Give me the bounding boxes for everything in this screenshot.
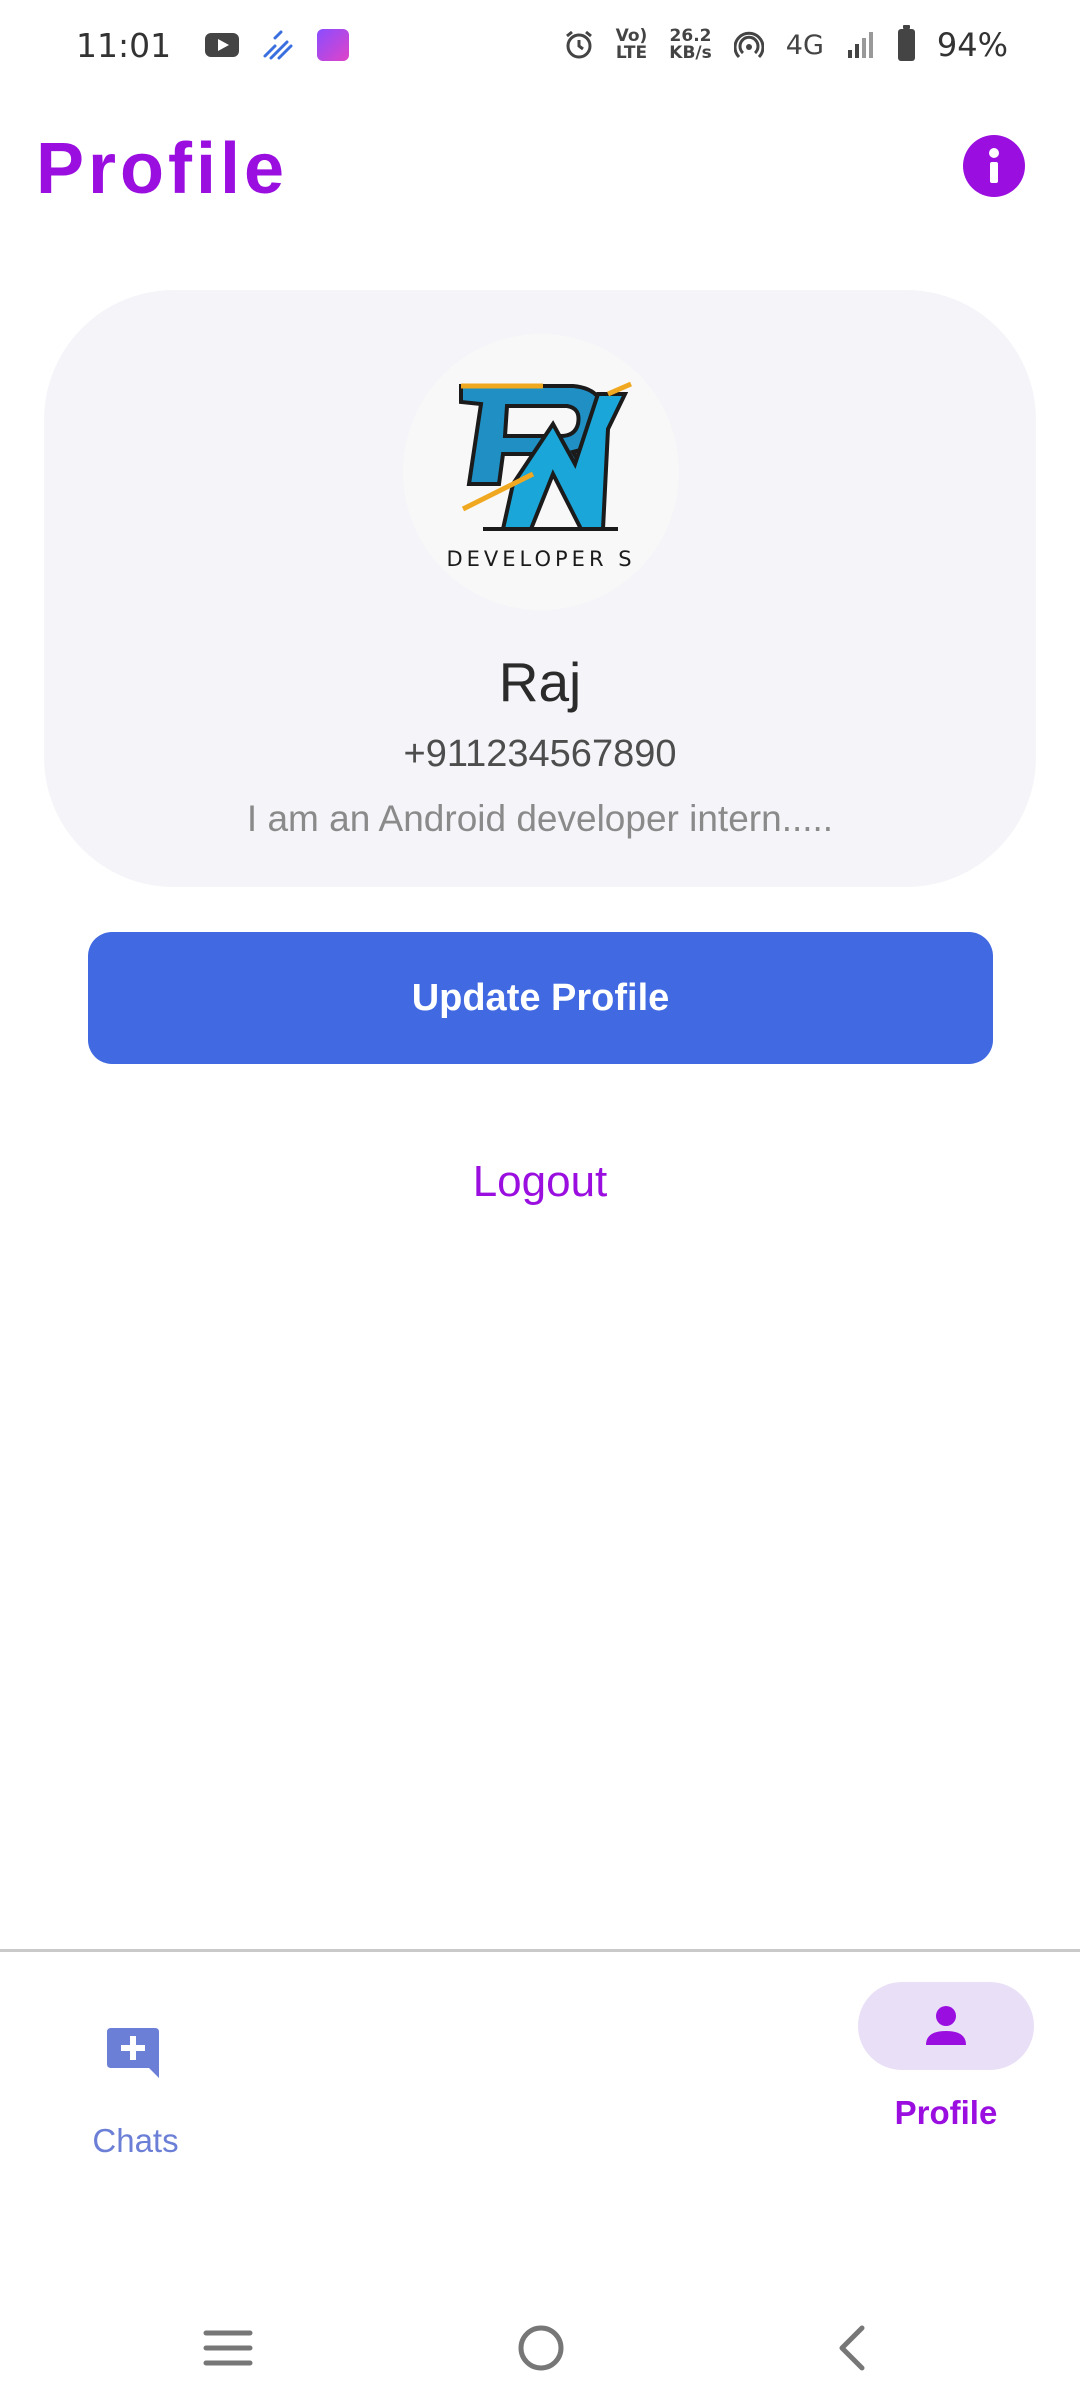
page-title: Profile — [36, 129, 289, 209]
status-left: 11:01 — [76, 25, 350, 65]
network-speed: 26.2 KB/s — [669, 28, 711, 62]
volte-icon: Vo) LTE — [616, 28, 648, 62]
nav-profile-indicator — [858, 1982, 1034, 2070]
status-bar: 11:01 Vo) LTE 26.2 KB/s 4G 94% — [0, 0, 1080, 90]
bottom-nav: Chats Profile — [0, 1952, 1080, 2159]
status-right: Vo) LTE 26.2 KB/s 4G 94% — [564, 25, 1008, 64]
signal-app-icon — [261, 30, 295, 60]
back-icon[interactable] — [822, 2318, 882, 2378]
nav-item-profile[interactable]: Profile — [856, 1982, 1036, 2152]
status-time: 11:01 — [76, 25, 172, 65]
person-icon — [926, 2006, 966, 2045]
nav-item-chats[interactable]: Chats — [58, 1982, 213, 2159]
nav-profile-label: Profile — [894, 2094, 998, 2131]
network-type: 4G — [785, 29, 824, 61]
home-icon[interactable] — [511, 2318, 571, 2378]
info-button[interactable] — [963, 135, 1025, 197]
volte-line2: LTE — [615, 43, 648, 63]
chat-add-icon — [103, 2026, 163, 2086]
info-icon — [989, 148, 999, 183]
profile-card: DEVELOPER S Raj +911234567890 I am an An… — [44, 290, 1036, 887]
update-profile-button[interactable]: Update Profile — [88, 932, 993, 1064]
network-speed-unit: KB/s — [669, 43, 712, 63]
battery-icon — [897, 25, 915, 61]
user-name: Raj — [498, 651, 582, 713]
logo-text: DEVELOPER S — [446, 547, 635, 571]
app-icon — [317, 29, 350, 61]
system-nav-bar — [0, 2300, 1080, 2390]
youtube-icon — [205, 33, 240, 57]
developer-logo-icon: DEVELOPER S — [446, 381, 635, 571]
battery-percent: 94% — [936, 26, 1008, 64]
user-phone: +911234567890 — [403, 733, 677, 775]
nav-chats-label: Chats — [92, 2122, 179, 2159]
avatar[interactable]: DEVELOPER S — [403, 334, 679, 610]
user-bio: I am an Android developer intern..... — [246, 798, 834, 839]
menu-icon[interactable] — [198, 2318, 258, 2378]
hotspot-icon — [733, 30, 764, 60]
alarm-icon — [564, 30, 594, 60]
signal-icon — [846, 30, 876, 60]
logout-button[interactable]: Logout — [0, 1157, 1080, 1207]
